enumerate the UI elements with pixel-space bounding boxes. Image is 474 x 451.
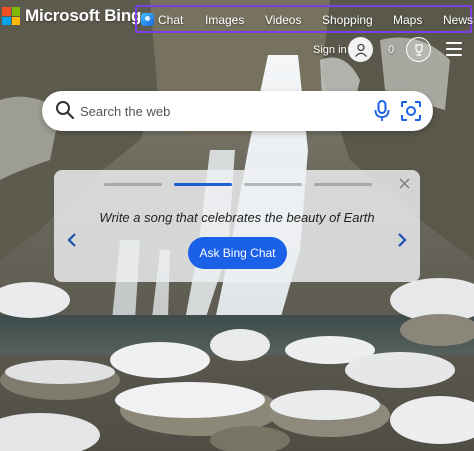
pager-dot[interactable]	[244, 183, 302, 186]
nav-item-chat[interactable]: Chat	[141, 13, 183, 27]
microphone-icon[interactable]	[374, 100, 390, 122]
search-input[interactable]	[80, 101, 360, 121]
signin-link[interactable]: Sign in	[313, 44, 347, 56]
close-icon[interactable]	[399, 178, 410, 189]
rewards-count: 0	[388, 44, 395, 56]
brand-name: Microsoft Bing	[25, 6, 142, 25]
chevron-left-icon[interactable]	[67, 233, 77, 247]
scope-nav: Chat Images Videos Shopping Maps News	[135, 5, 473, 33]
menu-icon[interactable]	[446, 42, 462, 56]
pager-dot[interactable]	[104, 183, 162, 186]
visual-search-icon[interactable]	[400, 100, 422, 122]
chat-prompt: Write a song that celebrates the beauty …	[99, 210, 375, 225]
pager-dot-active[interactable]	[174, 183, 232, 186]
search-icon[interactable]	[55, 100, 75, 120]
nav-item-images[interactable]: Images	[205, 13, 244, 27]
nav-item-chat-label: Chat	[158, 13, 184, 27]
avatar-button[interactable]	[348, 37, 373, 62]
chevron-right-icon[interactable]	[397, 233, 407, 247]
ask-bing-chat-button[interactable]: Ask Bing Chat	[188, 237, 287, 269]
pager-dot[interactable]	[314, 183, 372, 186]
carousel-pager	[104, 183, 394, 187]
search-box	[42, 91, 433, 131]
bing-chat-icon	[141, 13, 154, 26]
rewards-trophy-icon	[414, 43, 423, 56]
account-bar: Sign in 0	[0, 37, 474, 63]
rewards-button[interactable]	[406, 37, 431, 62]
bing-logo[interactable]: Microsoft Bing	[2, 6, 141, 26]
bing-chat-card: Write a song that celebrates the beauty …	[54, 170, 420, 282]
nav-item-maps[interactable]: Maps	[393, 13, 422, 27]
microsoft-logo-icon	[2, 7, 20, 25]
nav-item-shopping[interactable]: Shopping	[322, 13, 373, 27]
user-icon	[354, 43, 367, 57]
nav-item-videos[interactable]: Videos	[265, 13, 301, 27]
header: Microsoft Bing Chat Images Videos Shoppi…	[0, 0, 474, 36]
nav-item-news[interactable]: News	[443, 13, 473, 27]
